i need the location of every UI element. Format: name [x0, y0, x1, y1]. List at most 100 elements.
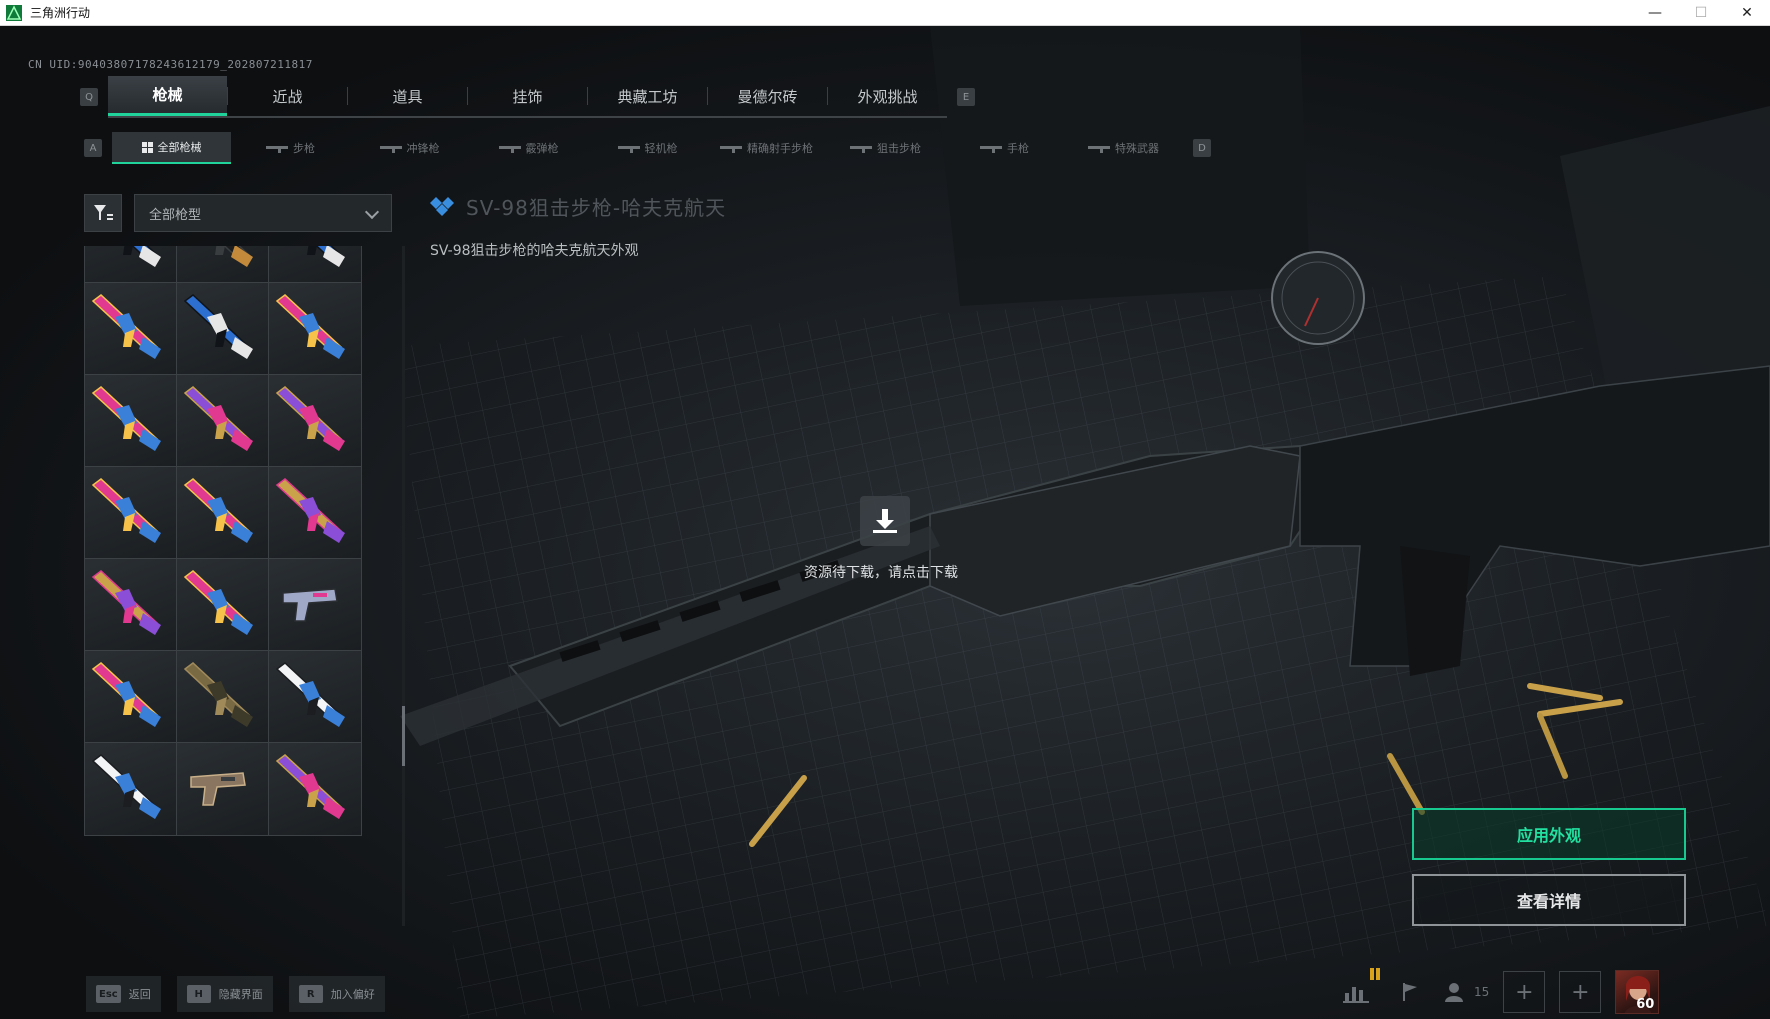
- minimize-button[interactable]: —: [1632, 0, 1678, 26]
- pistol-icon: [980, 145, 1002, 153]
- tab-next-key[interactable]: E: [957, 88, 975, 106]
- player-avatar[interactable]: 60: [1615, 970, 1660, 1014]
- tab-3[interactable]: 挂饰: [468, 76, 587, 116]
- game-scene: CN UID:9040380717824361217​9_20280721181…: [0, 26, 1770, 1019]
- subtab-label: 全部枪械: [157, 141, 202, 154]
- subtab-5[interactable]: 精确射手步枪: [707, 132, 826, 164]
- view-details-button[interactable]: 查看详情: [1412, 874, 1686, 926]
- tab-4[interactable]: 典藏工坊: [588, 76, 707, 116]
- rifle-skin-icon: [183, 294, 253, 359]
- weapon-skin-cell[interactable]: [268, 282, 362, 376]
- weapon-skin-cell[interactable]: [176, 374, 270, 468]
- tab-5[interactable]: 曼德尔砖: [708, 76, 827, 116]
- grid-scrollbar-thumb[interactable]: [402, 706, 405, 766]
- status-bar: 15 + + 60: [1336, 970, 1660, 1014]
- rifle-skin-icon: [183, 478, 253, 543]
- apply-skin-button[interactable]: 应用外观: [1412, 808, 1686, 860]
- weapon-skin-cell[interactable]: [84, 650, 178, 744]
- weapon-skin-cell[interactable]: [84, 466, 178, 560]
- app-logo-icon: [6, 4, 22, 21]
- close-button[interactable]: ✕: [1724, 0, 1770, 26]
- rifle-skin-icon: [91, 662, 161, 727]
- flag-icon: [1403, 983, 1417, 1001]
- window-title: 三角洲行动: [30, 6, 91, 20]
- subtab-2[interactable]: 冲锋枪: [350, 132, 469, 164]
- subtab-6[interactable]: 狙击步枪: [826, 132, 945, 164]
- weapon-skin-cell[interactable]: [176, 246, 270, 284]
- rifle-skin-icon: [275, 478, 345, 543]
- add-slot-button-2[interactable]: +: [1559, 971, 1602, 1013]
- filter-icon: [94, 205, 113, 220]
- stats-button[interactable]: [1336, 972, 1376, 1012]
- rifle-skin-icon: [183, 386, 253, 451]
- diamond-rarity-icon: [430, 196, 454, 216]
- subtab-prev-key[interactable]: A: [84, 139, 102, 157]
- weapon-skin-cell[interactable]: [268, 742, 362, 836]
- subtab-3[interactable]: 霰弹枪: [469, 132, 588, 164]
- key-action-label: 隐藏界面: [218, 988, 263, 1001]
- window-title-bar: 三角洲行动 — ☐ ✕: [0, 0, 1770, 26]
- category-tabs: Q 枪械 近战 道具 挂饰 典藏工坊 曼德尔砖 外观挑战 E: [80, 76, 975, 118]
- weapon-skin-cell[interactable]: [176, 466, 270, 560]
- rifle-skin-icon: [307, 246, 345, 267]
- weapon-skin-cell[interactable]: [268, 466, 362, 560]
- key-hint-1[interactable]: H 隐藏界面: [176, 976, 273, 1012]
- subtab-label: 轻机枪: [644, 142, 678, 155]
- weapon-type-select[interactable]: 全部枪型: [134, 194, 392, 232]
- rifle-skin-icon: [275, 662, 345, 727]
- bar-chart-icon: [1343, 987, 1369, 1003]
- weapon-skin-cell[interactable]: [268, 246, 362, 284]
- subtab-8[interactable]: 特殊武器: [1064, 132, 1183, 164]
- skin-description: SV-98狙击步枪的哈夫克航天外观: [430, 243, 639, 259]
- weapon-skin-cell[interactable]: [84, 742, 178, 836]
- key-hint-0[interactable]: Esc 返回: [86, 976, 161, 1012]
- plus-icon: +: [1515, 979, 1534, 1005]
- rifle-skin-icon: [91, 570, 161, 635]
- subtab-7[interactable]: 手枪: [945, 132, 1064, 164]
- weapon-skin-cell[interactable]: [268, 374, 362, 468]
- weapon-skin-cell[interactable]: [84, 282, 178, 376]
- grid-icon: [141, 141, 153, 153]
- weapon-skin-cell[interactable]: [268, 650, 362, 744]
- weapon-type-select-value: 全部枪型: [149, 207, 202, 223]
- subtab-next-key[interactable]: D: [1193, 139, 1211, 157]
- shotgun-icon: [498, 145, 521, 153]
- friends-icon: [1445, 983, 1463, 1002]
- weapon-skin-cell[interactable]: [84, 374, 178, 468]
- download-button[interactable]: [860, 496, 910, 546]
- weapon-skin-cell[interactable]: [176, 282, 270, 376]
- skin-title-text: SV-98狙击步枪-哈夫克航天: [466, 196, 727, 220]
- key-label: Esc: [96, 985, 121, 1003]
- weapon-skin-cell[interactable]: [176, 742, 270, 836]
- rifle-skin-icon: [91, 386, 161, 451]
- weapon-skin-cell[interactable]: [176, 558, 270, 652]
- add-slot-button-1[interactable]: +: [1503, 971, 1546, 1013]
- subtab-4[interactable]: 轻机枪: [588, 132, 707, 164]
- rifle-skin-icon: [275, 754, 345, 819]
- subtab-row: 全部枪械 步枪 冲锋枪 霰弹枪 轻机枪 精确射手步枪 狙击步枪 手枪 特殊武器: [112, 132, 1183, 164]
- weapon-skin-cell[interactable]: [84, 558, 178, 652]
- tab-1[interactable]: 近战: [228, 76, 347, 116]
- weapon-skin-cell[interactable]: [268, 558, 362, 652]
- subtab-0[interactable]: 全部枪械: [112, 132, 231, 164]
- subtab-label: 精确射手步枪: [747, 142, 813, 155]
- friends-button[interactable]: 15: [1444, 981, 1489, 1003]
- weapon-skin-grid: [84, 246, 394, 926]
- tab-prev-key[interactable]: Q: [80, 88, 98, 106]
- app-root: 三角洲行动 — ☐ ✕: [0, 0, 1770, 1019]
- key-hint-2[interactable]: R 加入偏好: [288, 976, 385, 1012]
- flag-button[interactable]: [1390, 972, 1430, 1012]
- weapon-skin-cell[interactable]: [176, 650, 270, 744]
- tab-0[interactable]: 枪械: [108, 76, 227, 116]
- chevron-down-icon: [364, 204, 380, 220]
- maximize-button[interactable]: ☐: [1678, 0, 1724, 26]
- rifle-skin-icon: [123, 246, 161, 267]
- subtab-label: 霰弹枪: [525, 142, 559, 155]
- weapon-skin-cell[interactable]: [84, 246, 178, 284]
- grid-scrollbar-track[interactable]: [402, 246, 405, 926]
- tab-6[interactable]: 外观挑战: [828, 76, 947, 116]
- filter-button[interactable]: [84, 194, 122, 232]
- smg-icon: [379, 145, 402, 153]
- tab-2[interactable]: 道具: [348, 76, 467, 116]
- subtab-1[interactable]: 步枪: [231, 132, 350, 164]
